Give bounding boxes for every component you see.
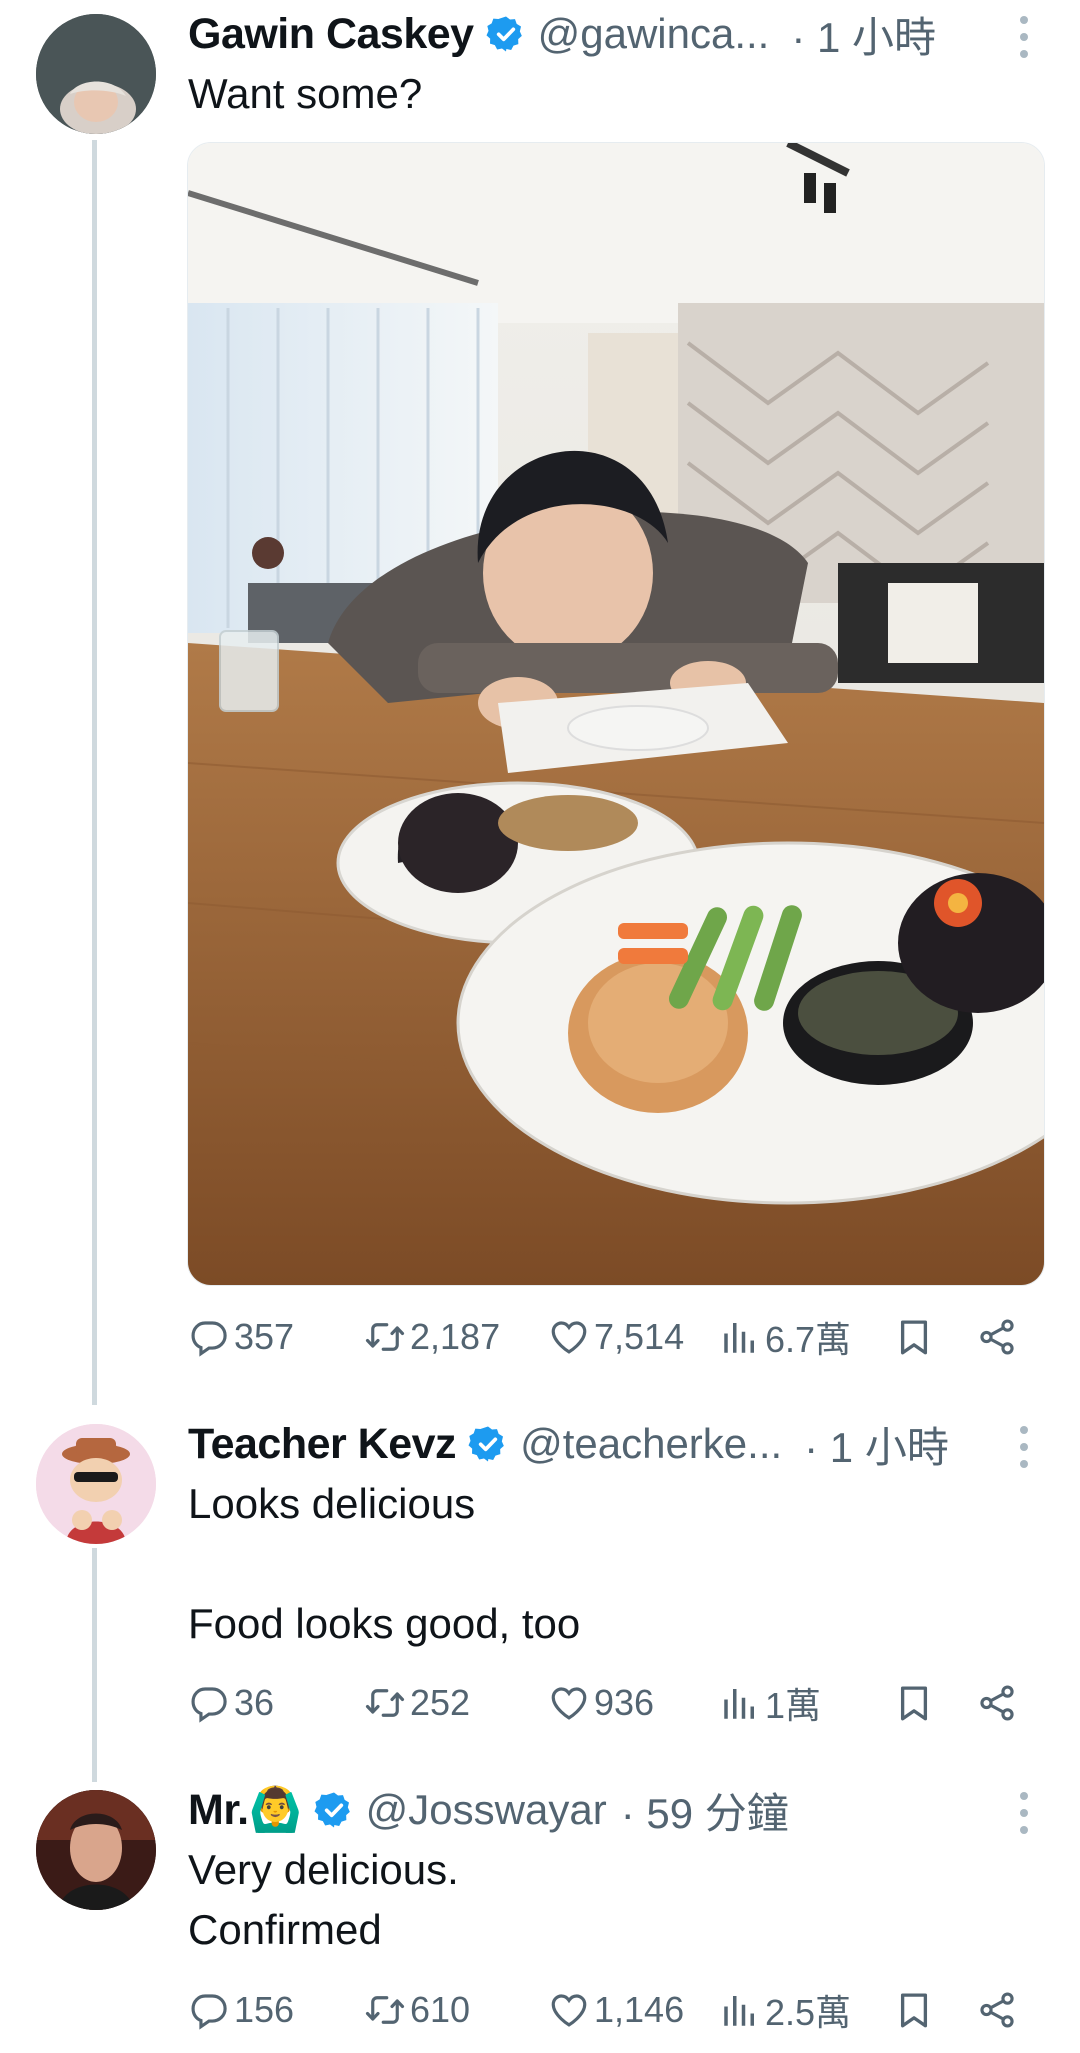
retweet-count: 610	[410, 1989, 471, 2030]
like-icon	[548, 1989, 590, 2031]
views-icon	[719, 1316, 761, 1358]
like-button[interactable]: 7,514	[548, 1307, 684, 1367]
views-count: 2.5萬	[765, 1992, 852, 2033]
author-name[interactable]: Gawin Caskey	[188, 10, 474, 59]
views-button[interactable]: 6.7萬	[719, 1307, 851, 1367]
tweet-photo[interactable]	[187, 142, 1045, 1286]
reply-count: 36	[234, 1682, 275, 1723]
reply-button[interactable]: 36	[188, 1673, 274, 1733]
views-count: 1萬	[765, 1685, 822, 1726]
views-count: 6.7萬	[765, 1319, 852, 1360]
like-button[interactable]: 936	[548, 1673, 654, 1733]
reply-icon	[188, 1682, 230, 1724]
tweet-actions: 156 610 1,146 2.5萬	[188, 1980, 1030, 2040]
retweet-icon	[364, 1682, 406, 1724]
timestamp[interactable]: · 1 小時	[791, 4, 936, 65]
retweet-button[interactable]: 252	[364, 1673, 470, 1733]
bookmark-button[interactable]	[893, 1980, 939, 2040]
more-icon[interactable]	[1018, 16, 1030, 60]
more-icon[interactable]	[1018, 1426, 1030, 1470]
timestamp[interactable]: · 1 小時	[804, 1414, 949, 1475]
thread-line	[92, 1548, 97, 1782]
tweet-header: Mr.🙆‍♂️ @Josswayar · 59 分鐘	[188, 1778, 1080, 1842]
bookmark-icon	[893, 1989, 935, 2031]
share-icon	[976, 1989, 1018, 2031]
tweet-header: Teacher Kevz @teacherke... · 1 小時	[188, 1412, 1080, 1476]
author-name[interactable]: Teacher Kevz	[188, 1420, 457, 1469]
reply-count: 357	[234, 1316, 295, 1357]
like-count: 1,146	[594, 1989, 685, 2030]
tweet-actions: 36 252 936 1萬	[188, 1673, 1030, 1733]
bookmark-icon	[893, 1316, 935, 1358]
like-count: 936	[594, 1682, 655, 1723]
retweet-count: 2,187	[410, 1316, 501, 1357]
retweet-icon	[364, 1989, 406, 2031]
share-button[interactable]	[976, 1980, 1022, 2040]
retweet-icon	[364, 1316, 406, 1358]
more-icon[interactable]	[1018, 1792, 1030, 1836]
verified-badge-icon	[468, 1424, 508, 1464]
share-button[interactable]	[976, 1307, 1022, 1367]
reply-icon	[188, 1989, 230, 2031]
tweet-text: Food looks good, too	[188, 1600, 581, 1647]
retweet-button[interactable]: 610	[364, 1980, 470, 2040]
views-button[interactable]: 1萬	[719, 1673, 821, 1733]
reply-icon	[188, 1316, 230, 1358]
like-button[interactable]: 1,146	[548, 1980, 684, 2040]
tweet-text: Want some?	[188, 70, 423, 117]
author-handle[interactable]: @gawinca...	[538, 10, 770, 58]
like-count: 7,514	[594, 1316, 685, 1357]
reply-button[interactable]: 156	[188, 1980, 294, 2040]
timestamp[interactable]: · 59 分鐘	[621, 1780, 789, 1841]
views-button[interactable]: 2.5萬	[719, 1980, 851, 2040]
bookmark-button[interactable]	[893, 1307, 939, 1367]
share-icon	[976, 1682, 1018, 1724]
retweet-count: 252	[410, 1682, 471, 1723]
reply-count: 156	[234, 1989, 295, 2030]
author-name[interactable]: Mr.🙆‍♂️	[188, 1785, 302, 1835]
like-icon	[548, 1682, 590, 1724]
author-handle[interactable]: @Josswayar	[366, 1786, 607, 1834]
bookmark-button[interactable]	[893, 1673, 939, 1733]
avatar[interactable]	[36, 14, 156, 134]
tweet-text: Very delicious.	[188, 1846, 459, 1893]
tweet-text: Confirmed	[188, 1906, 382, 1953]
tweet-text: Looks delicious	[188, 1480, 476, 1527]
tweet-header: Gawin Caskey @gawinca... · 1 小時	[188, 2, 1080, 66]
thread-line	[92, 140, 97, 1405]
bookmark-icon	[893, 1682, 935, 1724]
verified-badge-icon	[486, 14, 526, 54]
share-button[interactable]	[976, 1673, 1022, 1733]
retweet-button[interactable]: 2,187	[364, 1307, 500, 1367]
avatar[interactable]	[36, 1424, 156, 1544]
verified-badge-icon	[314, 1790, 354, 1830]
views-icon	[719, 1682, 761, 1724]
reply-button[interactable]: 357	[188, 1307, 294, 1367]
author-handle[interactable]: @teacherke...	[520, 1420, 782, 1468]
share-icon	[976, 1316, 1018, 1358]
like-icon	[548, 1316, 590, 1358]
views-icon	[719, 1989, 761, 2031]
tweet-actions: 357 2,187 7,514 6.7萬	[188, 1307, 1030, 1367]
avatar[interactable]	[36, 1790, 156, 1910]
